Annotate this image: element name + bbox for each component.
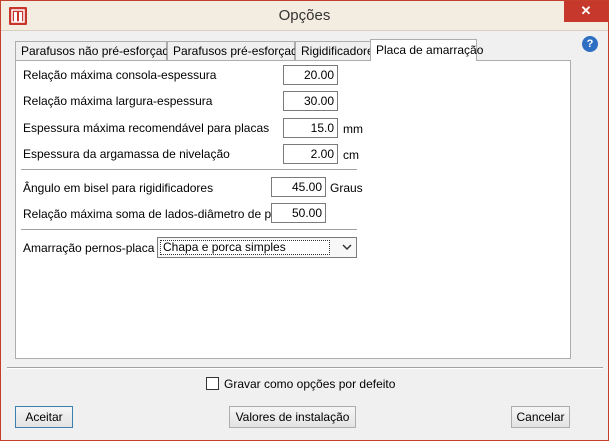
chevron-down-icon bbox=[342, 244, 352, 251]
unit-cm: cm bbox=[343, 148, 359, 162]
separator bbox=[21, 229, 357, 231]
install-values-button[interactable]: Valores de instalação bbox=[229, 406, 356, 428]
select-value: Chapa e porca simples bbox=[160, 240, 330, 255]
bevel-angle-input[interactable]: 45.00 bbox=[271, 177, 326, 197]
save-defaults-checkbox[interactable] bbox=[206, 377, 219, 390]
tab-prestressed-bolts[interactable]: Parafusos pré-esforçados bbox=[167, 41, 310, 60]
save-defaults-label: Gravar como opções por defeito bbox=[224, 377, 396, 391]
title-bar[interactable]: Opções ✕ bbox=[1, 1, 608, 31]
separator bbox=[21, 169, 357, 171]
anchor-plate-panel: Relação máxima consola-espessura 20.00 R… bbox=[15, 60, 571, 359]
select-label-anchor-bolts: Amarração pernos-placa bbox=[23, 241, 155, 255]
accept-button[interactable]: Aceitar bbox=[15, 406, 73, 428]
tab-anchor-plate[interactable]: Placa de amarração bbox=[370, 39, 483, 61]
window-title: Opções bbox=[278, 7, 331, 24]
help-icon[interactable]: ? bbox=[582, 36, 598, 52]
grout-thickness-input[interactable]: 2.00 bbox=[283, 144, 338, 164]
field-label-bevel-angle: Ângulo em bisel para rigidificadores bbox=[23, 181, 214, 195]
field-label-grout-thickness: Espessura da argamassa de nivelação bbox=[23, 147, 230, 161]
sides-diameter-input[interactable]: 50.00 bbox=[271, 203, 326, 223]
anchor-bolts-plate-select[interactable]: Chapa e porca simples bbox=[157, 237, 357, 258]
footer-separator bbox=[7, 367, 603, 369]
tab-stiffeners[interactable]: Rigidificadores bbox=[295, 41, 380, 60]
overhang-thickness-input[interactable]: 20.00 bbox=[283, 65, 338, 85]
field-label-max-plate-thickness: Espessura máxima recomendável para placa… bbox=[23, 121, 270, 135]
options-dialog: Opções ✕ ? Parafusos não pré-esforçados … bbox=[0, 0, 609, 441]
unit-degrees: Graus bbox=[330, 181, 363, 195]
field-label-sides-diameter: Relação máxima soma de lados-diâmetro de… bbox=[23, 207, 302, 221]
tab-label: Parafusos não pré-esforçados bbox=[21, 44, 182, 58]
close-icon: ✕ bbox=[580, 3, 592, 18]
tab-label: Placa de amarração bbox=[376, 43, 484, 57]
tab-label: Rigidificadores bbox=[301, 44, 380, 58]
field-label-width-thickness: Relação máxima largura-espessura bbox=[23, 94, 213, 108]
tab-non-prestressed-bolts[interactable]: Parafusos não pré-esforçados bbox=[15, 41, 182, 60]
close-button[interactable]: ✕ bbox=[564, 1, 608, 22]
field-label-overhang-thickness: Relação máxima consola-espessura bbox=[23, 68, 217, 82]
cancel-button[interactable]: Cancelar bbox=[511, 406, 570, 428]
max-plate-thickness-input[interactable]: 15.0 bbox=[283, 118, 338, 138]
unit-mm: mm bbox=[343, 122, 363, 136]
tab-label: Parafusos pré-esforçados bbox=[173, 44, 311, 58]
width-thickness-input[interactable]: 30.00 bbox=[283, 91, 338, 111]
